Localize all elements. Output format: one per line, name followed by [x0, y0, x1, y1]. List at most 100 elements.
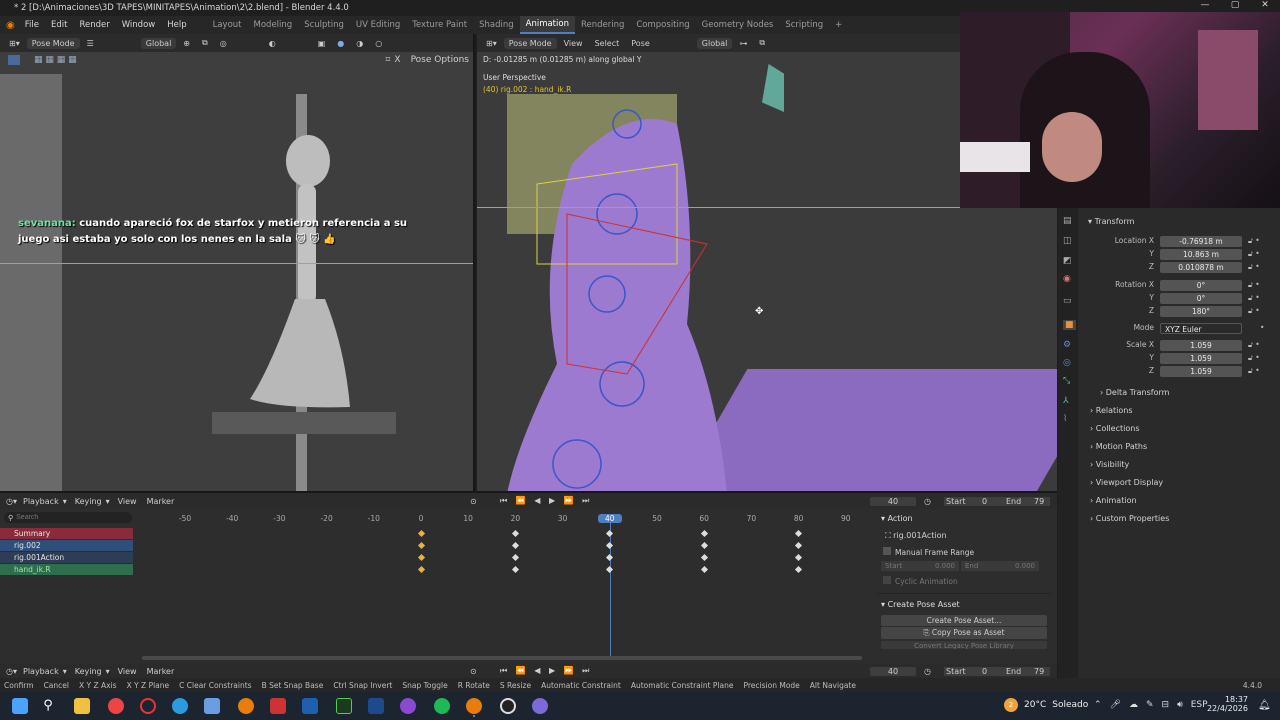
discord-icon[interactable]: [532, 698, 548, 714]
object-tab-icon[interactable]: ■: [1063, 320, 1076, 330]
lock-icon[interactable]: 🔓︎ •: [1248, 340, 1260, 350]
marker-menu[interactable]: Marker: [147, 497, 175, 506]
minimize-button[interactable]: —: [1190, 0, 1220, 10]
network-icon[interactable]: ⊟: [1162, 700, 1170, 710]
relations-section[interactable]: › Relations: [1090, 406, 1133, 415]
left-3d-viewport[interactable]: ⊞▾ Pose Mode ☰ Global ⊕ ⧉ ◎ ◐ ▣ ● ◑ ○ ▦ …: [0, 34, 475, 491]
left-mode-dropdown[interactable]: Pose Mode: [26, 37, 80, 49]
menu-file[interactable]: File: [19, 20, 45, 30]
volume-icon[interactable]: 🔊︎: [1177, 700, 1183, 710]
location-x-field[interactable]: -0.76918 m: [1160, 236, 1242, 247]
maximize-button[interactable]: ▢: [1220, 0, 1250, 10]
xray-icon[interactable]: ▣: [313, 38, 331, 49]
visibility-section[interactable]: › Visibility: [1090, 460, 1129, 469]
editor-type-icon[interactable]: ◷▾: [6, 667, 17, 676]
pose-asset-header[interactable]: ▾ Create Pose Asset: [877, 593, 1051, 611]
bone-tab-icon[interactable]: ⌇: [1063, 414, 1067, 424]
scale-x-field[interactable]: 1.059: [1160, 340, 1242, 351]
menu-pose[interactable]: Pose: [626, 38, 655, 49]
view-menu[interactable]: View: [118, 667, 137, 676]
location-y-field[interactable]: 10.863 m: [1160, 249, 1242, 260]
lock-icon[interactable]: 🔓︎ •: [1248, 306, 1260, 316]
view-menu[interactable]: View: [118, 497, 137, 506]
playback-menu[interactable]: Playback: [23, 497, 59, 506]
marker-menu[interactable]: Marker: [147, 667, 175, 676]
motion-paths-section[interactable]: › Motion Paths: [1090, 442, 1147, 451]
blender-active-icon[interactable]: [466, 698, 482, 714]
blender-taskbar-icon[interactable]: [238, 698, 254, 714]
channel-hand-ik[interactable]: hand_ik.R: [0, 564, 133, 575]
menu-view[interactable]: View: [559, 38, 588, 49]
search-icon[interactable]: ⚲: [40, 698, 56, 714]
tab-layout[interactable]: Layout: [207, 20, 248, 30]
select-tool-icon[interactable]: [8, 55, 20, 65]
pose-options-dropdown[interactable]: Pose Options: [407, 54, 473, 66]
overlay-icon[interactable]: ◐: [264, 38, 281, 49]
media-app-icon[interactable]: [270, 698, 286, 714]
end-value[interactable]: 79: [1034, 667, 1044, 676]
tab-shading[interactable]: Shading: [473, 20, 520, 30]
pivot-icon[interactable]: ⊕: [178, 38, 195, 49]
tab-sculpting[interactable]: Sculpting: [298, 20, 350, 30]
convert-pose-library-button[interactable]: Convert Legacy Pose Library: [881, 641, 1047, 649]
manual-frame-range-checkbox[interactable]: Manual Frame Range: [877, 545, 1051, 559]
start-value[interactable]: 0: [982, 497, 987, 506]
render-tab-icon[interactable]: ◫: [1063, 236, 1072, 246]
collections-section[interactable]: › Collections: [1090, 424, 1140, 433]
right-orientation-dropdown[interactable]: Global: [696, 37, 733, 49]
tab-texture-paint[interactable]: Texture Paint: [406, 20, 473, 30]
custom-properties-section[interactable]: › Custom Properties: [1090, 514, 1169, 523]
keying-menu[interactable]: Keying: [75, 497, 102, 506]
proportional-icon[interactable]: ◎: [215, 38, 232, 49]
axis-mirror-icon[interactable]: ⌗: [385, 55, 390, 65]
start-value[interactable]: 0: [982, 667, 987, 676]
tab-compositing[interactable]: Compositing: [630, 20, 695, 30]
data-tab-icon[interactable]: ⅄: [1063, 396, 1069, 406]
collection-tab-icon[interactable]: ▭: [1063, 296, 1072, 306]
painter-icon[interactable]: [336, 698, 352, 714]
viewport-display-section[interactable]: › Viewport Display: [1090, 478, 1163, 487]
right-mode-dropdown[interactable]: Pose Mode: [503, 37, 557, 49]
end-value[interactable]: 79: [1034, 497, 1044, 506]
location-z-field[interactable]: 0.010878 m: [1160, 262, 1242, 273]
clock-icon[interactable]: ◷: [924, 667, 931, 676]
record-button[interactable]: ⊙: [470, 667, 477, 676]
scale-z-field[interactable]: 1.059: [1160, 366, 1242, 377]
shading-solid-icon[interactable]: ●: [332, 38, 349, 49]
lock-icon[interactable]: 🔓︎ •: [1248, 353, 1260, 363]
photoshop-icon[interactable]: [302, 698, 318, 714]
weather-widget[interactable]: 2 20°C Soleado: [1004, 698, 1088, 712]
lock-icon[interactable]: 🔓︎ •: [1248, 366, 1260, 376]
clock-icon[interactable]: ◷: [924, 497, 931, 506]
rotation-x-field[interactable]: 0°: [1160, 280, 1242, 291]
shading-material-icon[interactable]: ◑: [351, 38, 368, 49]
file-explorer-icon[interactable]: [74, 698, 90, 714]
lock-icon[interactable]: 🔓︎ •: [1248, 236, 1260, 246]
vegas-icon[interactable]: [368, 698, 384, 714]
playback-menu[interactable]: Playback: [23, 667, 59, 676]
physics-tab-icon[interactable]: ◎: [1063, 358, 1071, 368]
tab-modeling[interactable]: Modeling: [248, 20, 299, 30]
axis-x-toggle[interactable]: X: [394, 55, 400, 65]
snap-icon[interactable]: ⧉: [197, 37, 213, 49]
link-icon[interactable]: ⊶: [734, 38, 752, 49]
editor-type-icon[interactable]: ⊞▾: [4, 38, 25, 49]
lock-icon[interactable]: 🔓︎ •: [1248, 262, 1260, 272]
blender-logo-icon[interactable]: ◉: [6, 20, 15, 31]
rotation-y-field[interactable]: 0°: [1160, 293, 1242, 304]
modifier-tab-icon[interactable]: ⚙: [1063, 340, 1071, 350]
menu-help[interactable]: Help: [161, 20, 192, 30]
select-mode-icons[interactable]: ▦ ▦ ▦ ▦: [34, 55, 77, 65]
scale-y-field[interactable]: 1.059: [1160, 353, 1242, 364]
transform-header[interactable]: ▾ Transform: [1088, 217, 1134, 226]
menu-edit[interactable]: Edit: [45, 20, 73, 30]
editor-type-icon[interactable]: ◷▾: [6, 497, 17, 506]
action-panel-header[interactable]: ▾ Action: [877, 510, 1051, 527]
chevron-up-icon[interactable]: ⌃: [1094, 700, 1102, 710]
record-button[interactable]: ⊙: [470, 497, 477, 506]
tab-scripting[interactable]: Scripting: [779, 20, 829, 30]
close-button[interactable]: ✕: [1250, 0, 1280, 10]
playhead-line[interactable]: [610, 521, 611, 657]
opera-icon[interactable]: [140, 698, 156, 714]
notification-icon[interactable]: 🔔︎: [1258, 700, 1271, 711]
